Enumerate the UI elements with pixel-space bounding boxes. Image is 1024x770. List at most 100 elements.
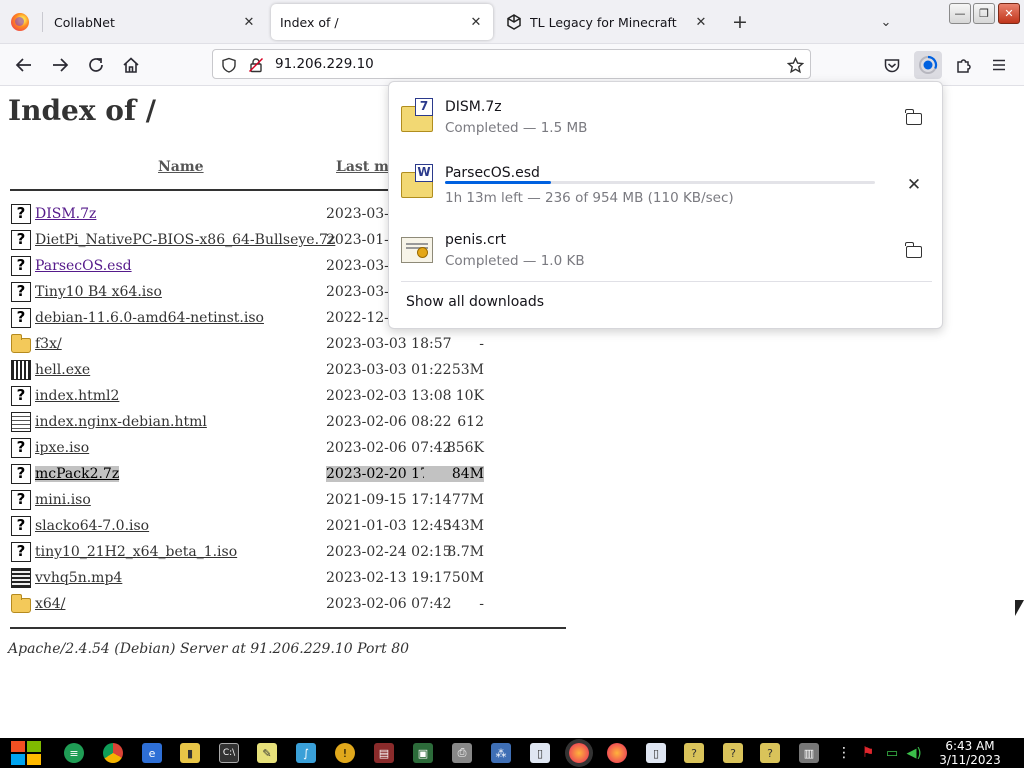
file-link[interactable]: DISM.7z xyxy=(35,206,96,222)
file-link[interactable]: vvhq5n.mp4 xyxy=(35,570,122,586)
new-tab-button[interactable]: + xyxy=(728,10,752,34)
downloads-icon xyxy=(919,55,938,74)
file-row: ? index.html2 2023-02-03 13:08 10K xyxy=(0,384,560,410)
unknown-file-icon: ? xyxy=(11,542,31,562)
navigation-toolbar: 91.206.229.10 xyxy=(0,44,1024,86)
address-bar[interactable]: 91.206.229.10 xyxy=(212,49,811,79)
lock-icon[interactable] xyxy=(247,56,265,74)
document-icon[interactable]: ▯ xyxy=(530,743,550,763)
file-link[interactable]: hell.exe xyxy=(35,362,90,378)
firefox-taskbar-icon[interactable] xyxy=(607,743,627,763)
mouse-cursor xyxy=(1015,600,1024,616)
star-icon[interactable] xyxy=(786,56,804,74)
app-menu-button[interactable] xyxy=(986,52,1012,78)
file-row: ? mini.iso 2021-09-15 17:14 77M xyxy=(0,488,560,514)
chat-app-icon[interactable]: ≡ xyxy=(64,743,84,763)
volume-icon[interactable]: ◀) xyxy=(904,743,924,763)
window-close-button[interactable]: ✕ xyxy=(998,3,1020,24)
home-icon xyxy=(123,57,139,73)
command-prompt-icon[interactable]: C:\ xyxy=(219,743,239,763)
monitor-icon[interactable]: ▣ xyxy=(413,743,433,763)
extensions-button[interactable] xyxy=(951,52,977,78)
forward-icon xyxy=(53,58,69,72)
download-filename: penis.crt xyxy=(445,232,506,248)
cancel-download-button[interactable]: ✕ xyxy=(901,172,927,198)
download-item[interactable]: 7 DISM.7z Completed — 1.5 MB xyxy=(389,84,944,150)
home-button[interactable] xyxy=(118,52,144,78)
notepad-icon[interactable]: ✎ xyxy=(257,743,277,763)
restore-button[interactable]: ❐ xyxy=(973,3,995,24)
folder-icon xyxy=(11,594,31,613)
file-link[interactable]: Tiny10 B4 x64.iso xyxy=(35,284,162,300)
back-button[interactable] xyxy=(11,52,37,78)
tab-index-of[interactable]: Index of / ✕ xyxy=(271,4,493,40)
name-column-header[interactable]: Name xyxy=(158,159,204,175)
file-link[interactable]: x64/ xyxy=(35,596,65,612)
tab-tl-legacy[interactable]: TL Legacy for Minecraft ✕ xyxy=(496,4,718,40)
file-link[interactable]: mcPack2.7z xyxy=(35,466,120,482)
network-icon[interactable]: ⁂ xyxy=(491,743,511,763)
tab-collabnet[interactable]: CollabNet ✕ xyxy=(44,4,266,40)
downloads-button[interactable] xyxy=(914,51,942,79)
forward-button[interactable] xyxy=(47,52,73,78)
pocket-button[interactable] xyxy=(879,52,905,78)
file-size: 8.7M xyxy=(447,544,484,560)
file-link[interactable]: index.html2 xyxy=(35,388,119,404)
list-all-tabs-button[interactable]: ⌄ xyxy=(876,12,896,32)
file-size: - xyxy=(479,596,484,612)
file-link[interactable]: mini.iso xyxy=(35,492,91,508)
firefox-taskbar-icon[interactable] xyxy=(569,743,589,763)
help-file-icon[interactable]: ? xyxy=(760,743,780,763)
file-link[interactable]: debian-11.6.0-amd64-netinst.iso xyxy=(35,310,264,326)
shield-icon[interactable] xyxy=(220,56,238,74)
reload-button[interactable] xyxy=(83,52,109,78)
system-clock[interactable]: 6:43 AM 3/11/2023 xyxy=(932,739,1008,767)
show-in-folder-button[interactable] xyxy=(901,106,927,132)
pocket-icon xyxy=(884,59,900,73)
help-file-icon[interactable]: ? xyxy=(723,743,743,763)
firefox-icon[interactable] xyxy=(11,13,29,31)
file-link[interactable]: tiny10_21H2_x64_beta_1.iso xyxy=(35,544,237,560)
edge-icon[interactable]: e xyxy=(142,743,162,763)
url-text[interactable]: 91.206.229.10 xyxy=(275,56,374,72)
overflow-icon[interactable]: ⋮ xyxy=(834,743,854,763)
show-all-downloads-button[interactable]: Show all downloads xyxy=(406,294,544,310)
file-explorer-icon[interactable]: ▮ xyxy=(180,743,200,763)
file-link[interactable]: DietPi_NativePC-BIOS-x86_64-Bullseye.7z xyxy=(35,232,335,248)
close-tab-icon[interactable]: ✕ xyxy=(690,11,712,33)
chrome-icon[interactable] xyxy=(103,743,123,763)
drive-icon[interactable]: ▥ xyxy=(799,743,819,763)
file-link[interactable]: slacko64-7.0.iso xyxy=(35,518,149,534)
file-link[interactable]: ParsecOS.esd xyxy=(35,258,132,274)
start-button[interactable] xyxy=(8,740,44,766)
file-date: 2023-01- xyxy=(326,232,389,248)
unknown-file-icon: ? xyxy=(11,386,31,406)
file-row: x64/2023-02-06 07:42- xyxy=(0,592,560,618)
app-icon[interactable]: ▤ xyxy=(374,743,394,763)
file-size: 856K xyxy=(446,440,484,456)
script-editor-icon[interactable]: ∫ xyxy=(296,743,316,763)
folder-icon xyxy=(905,242,922,258)
unknown-file-icon: ? xyxy=(11,438,31,458)
tab-separator xyxy=(42,12,43,32)
flag-icon[interactable]: ⚑ xyxy=(858,743,878,763)
minimize-button[interactable]: — xyxy=(949,3,971,24)
show-in-folder-button[interactable] xyxy=(901,239,927,265)
file-link[interactable]: ipxe.iso xyxy=(35,440,89,456)
unknown-file-icon: ? xyxy=(11,204,31,224)
close-tab-icon[interactable]: ✕ xyxy=(465,11,487,33)
app-icon[interactable]: ! xyxy=(335,743,355,763)
document-icon[interactable]: ▯ xyxy=(646,743,666,763)
file-link[interactable]: index.nginx-debian.html xyxy=(35,414,207,430)
tab-title: Index of / xyxy=(280,14,339,30)
download-progress-bar xyxy=(445,181,875,184)
file-link[interactable]: f3x/ xyxy=(35,336,62,352)
unknown-file-icon: ? xyxy=(11,256,31,276)
printer-icon[interactable]: ⎙ xyxy=(452,743,472,763)
file-size: 343M xyxy=(442,518,484,534)
divider xyxy=(401,281,932,282)
help-file-icon[interactable]: ? xyxy=(684,743,704,763)
close-tab-icon[interactable]: ✕ xyxy=(238,11,260,33)
download-item[interactable]: penis.crt Completed — 1.0 KB xyxy=(389,217,944,283)
network-status-icon[interactable]: ▭ xyxy=(882,743,902,763)
